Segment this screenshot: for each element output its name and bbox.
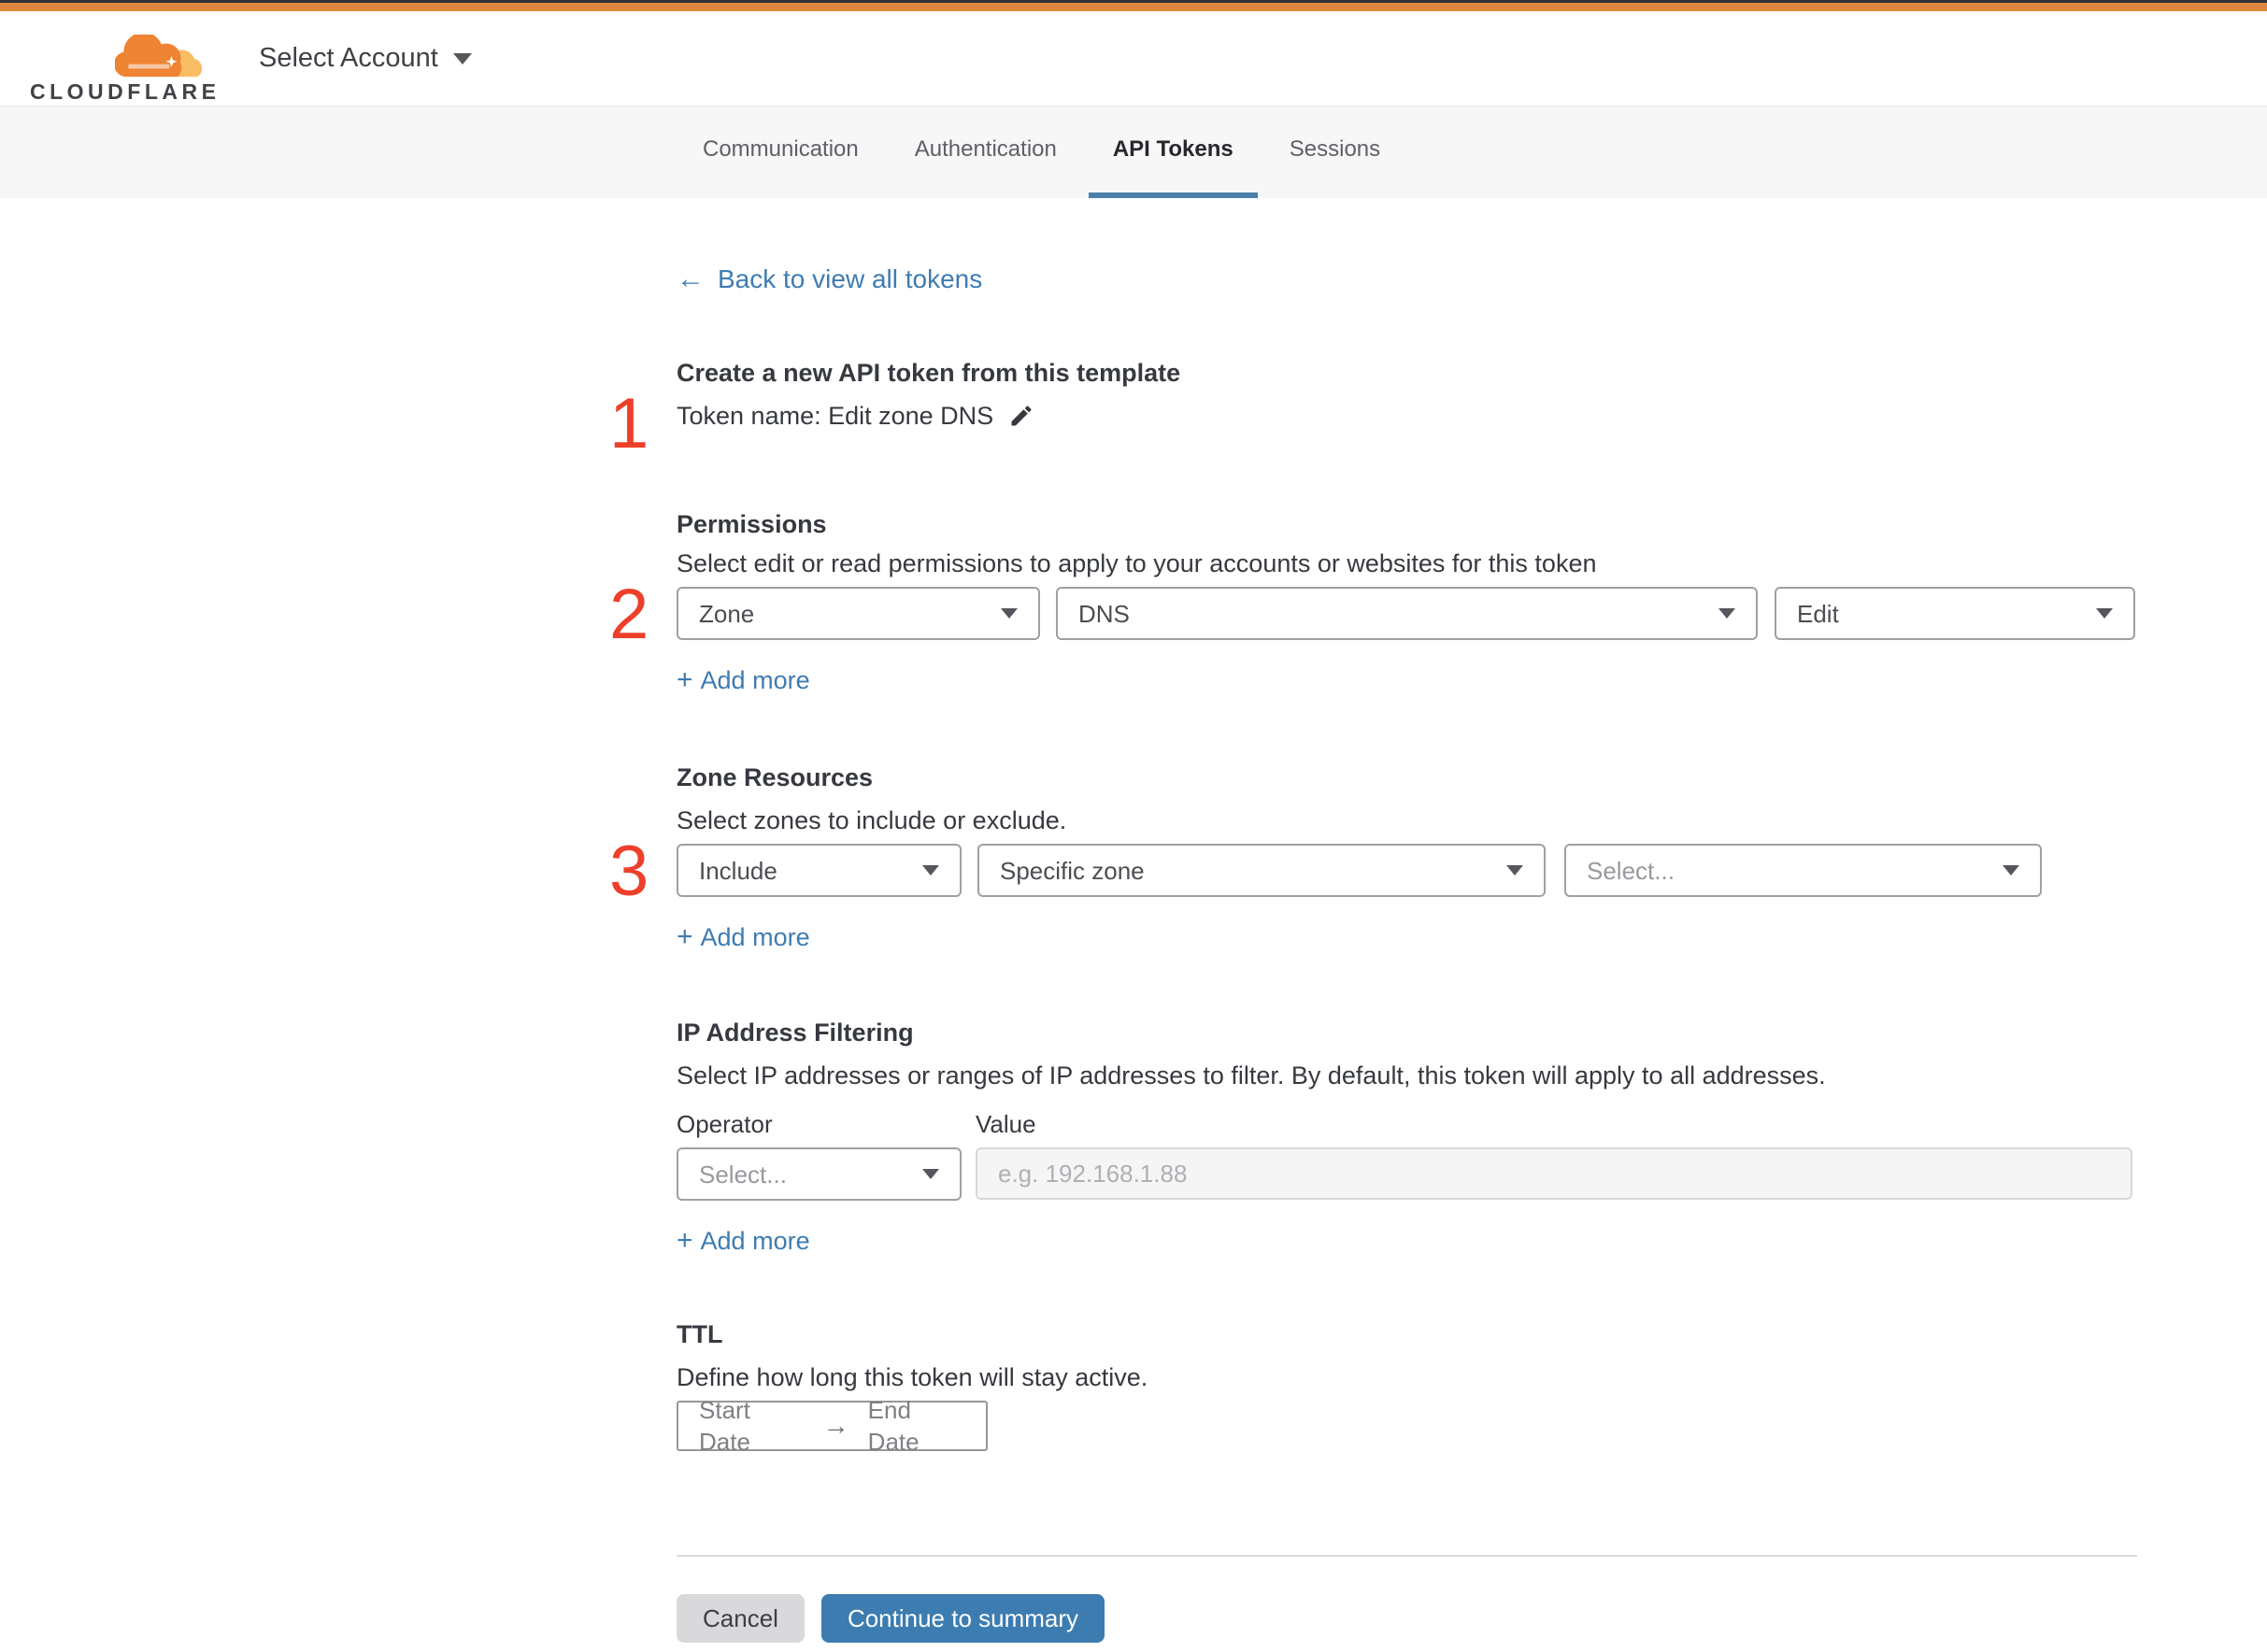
back-link-label: Back to view all tokens (718, 264, 983, 293)
cloudflare-cloud-icon (115, 34, 203, 77)
back-to-tokens-link[interactable]: ← Back to view all tokens (677, 263, 982, 295)
add-more-label: Add more (700, 923, 810, 951)
permissions-section: Permissions Select edit or read permissi… (609, 508, 2137, 696)
token-name-text: Token name: Edit zone DNS (677, 402, 994, 430)
end-date-label: End Date (867, 1396, 920, 1456)
chevron-down-icon (922, 865, 939, 876)
footer-divider (677, 1555, 2137, 1557)
tab-label: Authentication (914, 136, 1057, 162)
chevron-down-icon (1718, 608, 1735, 619)
ttl-description: Define how long this token will stay act… (677, 1363, 1148, 1391)
dropdown-value: Edit (1797, 599, 1839, 628)
brand-orange-bar (0, 3, 2267, 11)
plus-icon: + (677, 664, 693, 695)
value-label: Value (976, 1110, 1036, 1138)
dropdown-value: Include (699, 856, 777, 885)
permission-access-dropdown[interactable]: Edit (1775, 587, 2135, 640)
ip-filtering-add-more-link[interactable]: + Add more (677, 1225, 810, 1257)
tab-label: Communication (703, 136, 859, 162)
cloudflare-wordmark: CLOUDFLARE (30, 78, 221, 104)
zone-resources-row: 3 Include Specific zone Select... (609, 836, 2137, 907)
plus-icon: + (677, 921, 693, 952)
add-more-label: Add more (700, 666, 810, 694)
continue-to-summary-button[interactable]: Continue to summary (820, 1594, 1105, 1643)
tab-communication[interactable]: Communication (678, 107, 883, 198)
api-token-template-page: CLOUDFLARE Select Account Communication … (0, 0, 2267, 1652)
app-header: CLOUDFLARE Select Account (0, 11, 2267, 106)
ttl-section: TTL Define how long this token will stay… (677, 1318, 2137, 1456)
footer-actions: Cancel Continue to summary (677, 1594, 2137, 1643)
ttl-date-range-picker[interactable]: Start Date → End Date (677, 1396, 988, 1456)
chevron-down-icon (1001, 608, 1018, 619)
step-annotation-2: 2 (609, 575, 649, 654)
start-date-label: Start Date (699, 1396, 750, 1456)
zone-resources-section: Zone Resources Select zones to include o… (609, 762, 2137, 953)
dropdown-placeholder: Select... (1587, 856, 1675, 885)
tab-authentication[interactable]: Authentication (891, 107, 1081, 198)
chevron-down-icon (922, 1169, 939, 1179)
zone-include-dropdown[interactable]: Include (677, 844, 962, 897)
permission-scope-dropdown[interactable]: Zone (677, 587, 1040, 640)
permissions-title: Permissions (677, 510, 827, 538)
chevron-down-icon (1506, 865, 1523, 876)
plus-icon: + (677, 1225, 693, 1256)
step-annotation-3: 3 (609, 832, 649, 911)
step-annotation-1: 1 (609, 384, 649, 463)
permissions-row: 2 Zone DNS Edit (609, 579, 2137, 650)
tab-api-tokens[interactable]: API Tokens (1088, 107, 1258, 198)
account-selector[interactable]: Select Account (259, 43, 472, 74)
main-content: ← Back to view all tokens Create a new A… (609, 198, 2137, 1643)
cancel-button[interactable]: Cancel (677, 1594, 805, 1643)
tab-label: Sessions (1289, 136, 1381, 162)
token-name-line: 1 Token name: Edit zone DNS (609, 389, 2137, 460)
right-arrow-icon: → (822, 1411, 849, 1440)
zone-resources-description: Select zones to include or exclude. (677, 806, 1067, 834)
dropdown-placeholder: Select... (699, 1160, 787, 1189)
intro-section: Create a new API token from this templat… (609, 357, 2137, 460)
tab-sessions[interactable]: Sessions (1265, 107, 1404, 198)
permissions-description: Select edit or read permissions to apply… (677, 549, 1597, 577)
page-title: Create a new API token from this templat… (677, 359, 1181, 387)
ip-field-labels: Operator Value (677, 1108, 2137, 1140)
permissions-add-more-link[interactable]: + Add more (677, 664, 810, 696)
tab-label: API Tokens (1112, 136, 1233, 162)
chevron-down-icon (2096, 608, 2113, 619)
ip-filtering-description: Select IP addresses or ranges of IP addr… (677, 1061, 1826, 1089)
account-selector-label: Select Account (259, 43, 438, 73)
ip-filtering-row: Select... (677, 1147, 2137, 1201)
permission-category-dropdown[interactable]: DNS (1056, 587, 1758, 640)
chevron-down-icon (452, 52, 472, 64)
zone-scope-dropdown[interactable]: Specific zone (977, 844, 1546, 897)
chevron-down-icon (2003, 865, 2019, 876)
ip-filtering-section: IP Address Filtering Select IP addresses… (677, 1017, 2137, 1257)
ttl-title: TTL (677, 1320, 723, 1348)
cloudflare-logo[interactable]: CLOUDFLARE (30, 20, 216, 104)
dropdown-value: Specific zone (1000, 856, 1145, 885)
operator-select-dropdown[interactable]: Select... (677, 1147, 962, 1201)
add-more-label: Add more (700, 1227, 810, 1255)
profile-tabs: Communication Authentication API Tokens … (0, 106, 2267, 198)
ip-filtering-title: IP Address Filtering (677, 1018, 914, 1047)
dropdown-value: DNS (1078, 599, 1130, 628)
zone-resources-add-more-link[interactable]: + Add more (677, 921, 810, 953)
edit-pencil-icon[interactable] (1008, 403, 1034, 429)
zone-select-dropdown[interactable]: Select... (1564, 844, 2042, 897)
zone-resources-title: Zone Resources (677, 763, 874, 791)
left-arrow-icon: ← (677, 263, 705, 294)
ip-value-input[interactable] (976, 1147, 2132, 1200)
dropdown-value: Zone (699, 599, 755, 628)
operator-label: Operator (677, 1110, 773, 1138)
